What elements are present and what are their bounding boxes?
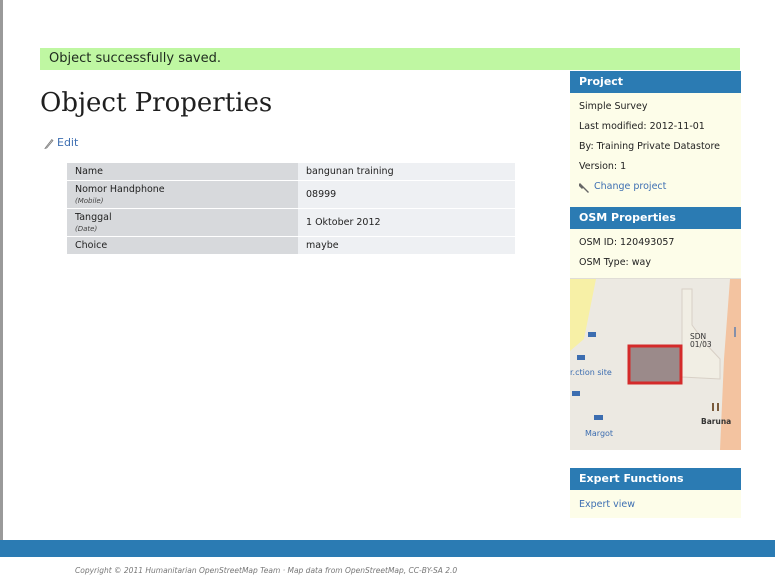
pencil-icon [44,138,54,149]
project-version: Version: 1 [579,161,627,172]
osm-id: OSM ID: 120493057 [579,237,675,248]
project-panel: Simple Survey Last modified: 2012-11-01 … [570,93,741,207]
project-owner: By: Training Private Datastore [579,141,721,152]
table-row: Nomor Handphone (Mobile) 08999 [67,180,515,209]
edit-link[interactable]: Edit [44,136,78,149]
property-value: bangunan training [298,163,515,181]
selected-feature[interactable] [627,344,683,385]
wrench-icon [579,182,589,193]
footer-bar [0,540,775,557]
expert-functions: Expert Functions Expert view [570,468,741,518]
edit-link-label: Edit [57,136,79,149]
property-key: Name [67,163,298,181]
change-project-link[interactable]: Change project [579,180,732,194]
map-label-margot: Margot [585,429,614,438]
property-value: 08999 [298,180,515,209]
properties-table: Name bangunan training Nomor Handphone (… [67,163,515,255]
change-project-label: Change project [594,181,667,192]
property-value: maybe [298,236,515,255]
success-flash-message: Object successfully saved. [40,48,740,70]
page-title: Object Properties [40,88,273,118]
sidebar: Project Simple Survey Last modified: 201… [570,71,741,450]
map-label-baruna: Baruna [701,417,732,426]
property-key: Choice [67,236,298,255]
table-row: Name bangunan training [67,163,515,181]
expert-functions-panel: Expert view [570,490,741,518]
property-key: Tanggal (Date) [67,208,298,237]
osm-map[interactable]: r.ction site Margot SDN 01/03 Baruna [570,278,741,450]
osm-properties-panel: OSM ID: 120493057 OSM Type: way [570,229,741,278]
map-label-sdn: SDN 01/03 [690,332,712,349]
osm-type: OSM Type: way [579,257,651,268]
osm-properties-header: OSM Properties [570,207,741,229]
project-last-modified: Last modified: 2012-11-01 [579,121,705,132]
expert-view-link[interactable]: Expert view [579,498,732,512]
property-value: 1 Oktober 2012 [298,208,515,237]
property-key: Nomor Handphone (Mobile) [67,180,298,209]
project-name: Simple Survey [579,101,648,112]
property-subtitle: (Date) [75,225,98,233]
map-label-construction-site: r.ction site [570,368,612,377]
table-row: Choice maybe [67,236,515,255]
expert-functions-header: Expert Functions [570,468,741,490]
project-header: Project [570,71,741,93]
property-subtitle: (Mobile) [75,197,104,205]
table-row: Tanggal (Date) 1 Oktober 2012 [67,208,515,237]
footer-copyright: Copyright © 2011 Humanitarian OpenStreet… [75,566,458,575]
left-border [0,0,3,540]
